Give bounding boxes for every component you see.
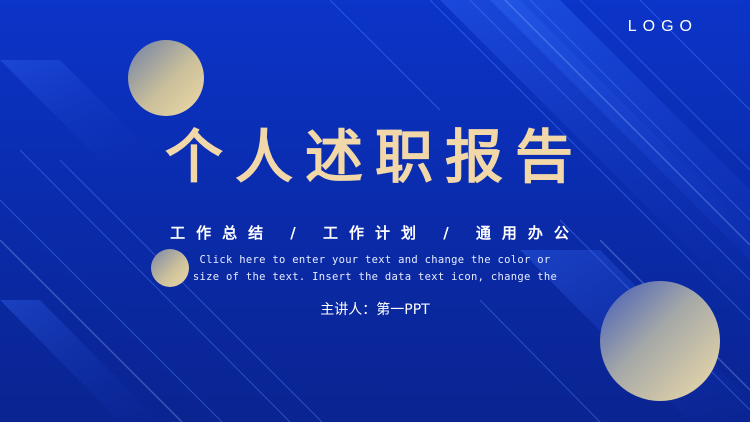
decorative-circle xyxy=(128,40,204,116)
logo-text: LOGO xyxy=(627,18,698,35)
diagonal-line xyxy=(329,0,441,111)
slide: LOGO 个人述职报告 工作总结 / 工作计划 / 通用办公 Click her… xyxy=(0,0,750,422)
slide-title: 个人述职报告 xyxy=(164,123,585,191)
description-line: size of the text. Insert the data text i… xyxy=(192,271,558,283)
diagonal-line xyxy=(639,0,750,111)
description-line: Click here to enter your text and change… xyxy=(199,254,551,266)
slide-subtitle: 工作总结 / 工作计划 / 通用办公 xyxy=(170,224,580,242)
presenter-label: 主讲人：第一PPT xyxy=(320,302,430,318)
description-text: Click here to enter your text and change… xyxy=(0,252,750,286)
